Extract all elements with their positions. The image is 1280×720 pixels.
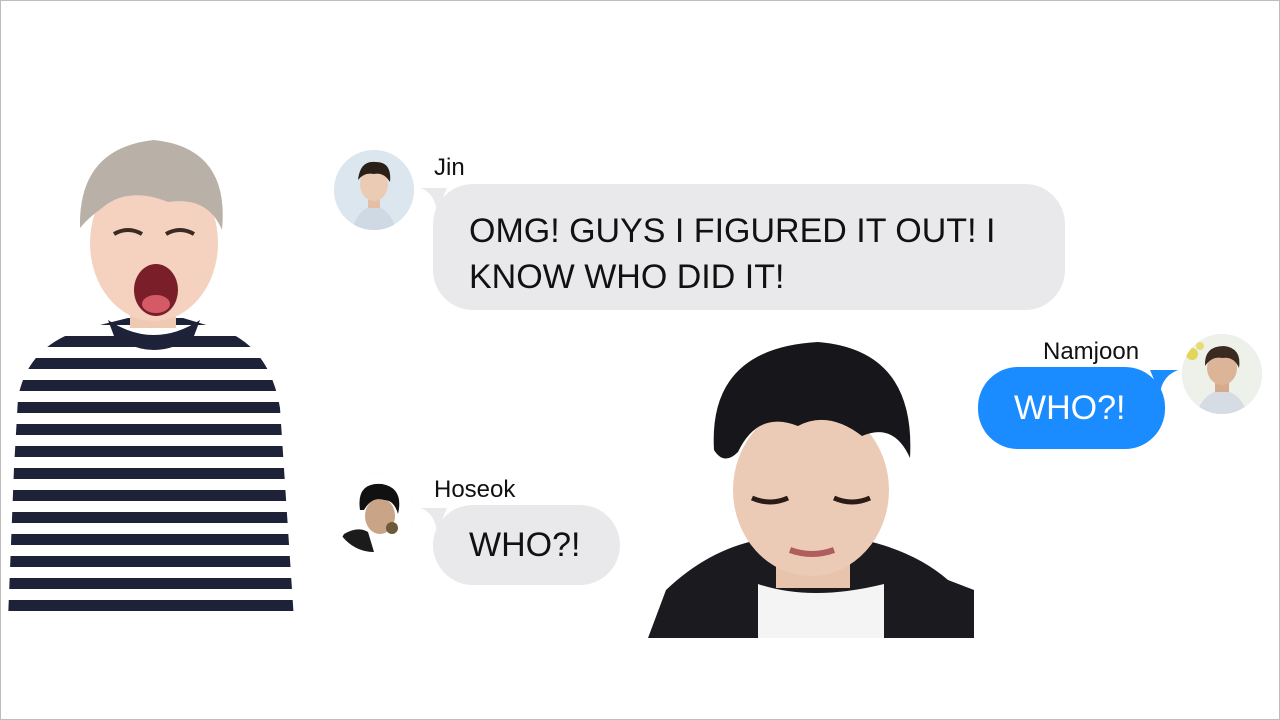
avatar-photo-icon [334,150,414,230]
sender-name: Hoseok [434,476,516,503]
namjoon-avatar [1182,334,1262,414]
sender-name: Jin [434,154,465,181]
message-text: WHO?! [469,526,581,564]
message-bubble-jin[interactable]: OMG! GUYS I FIGURED IT OUT! I KNOW WHO D… [433,184,1065,310]
hoseok-avatar [334,472,414,552]
message-line: KNOW WHO DID IT! [469,258,785,296]
message-bubble-hoseok[interactable]: WHO?! [433,505,620,585]
message-text: WHO?! [1014,389,1126,427]
reaction-photo-center [648,340,974,638]
reaction-photo-left [8,138,300,620]
message-line: OMG! GUYS I FIGURED IT OUT! I [469,212,996,250]
avatar-photo-icon [1182,334,1262,414]
sender-name: Namjoon [1043,338,1140,365]
jin-avatar [334,150,414,230]
message-bubble-namjoon[interactable]: WHO?! [978,367,1165,449]
avatar-photo-icon [334,472,414,552]
